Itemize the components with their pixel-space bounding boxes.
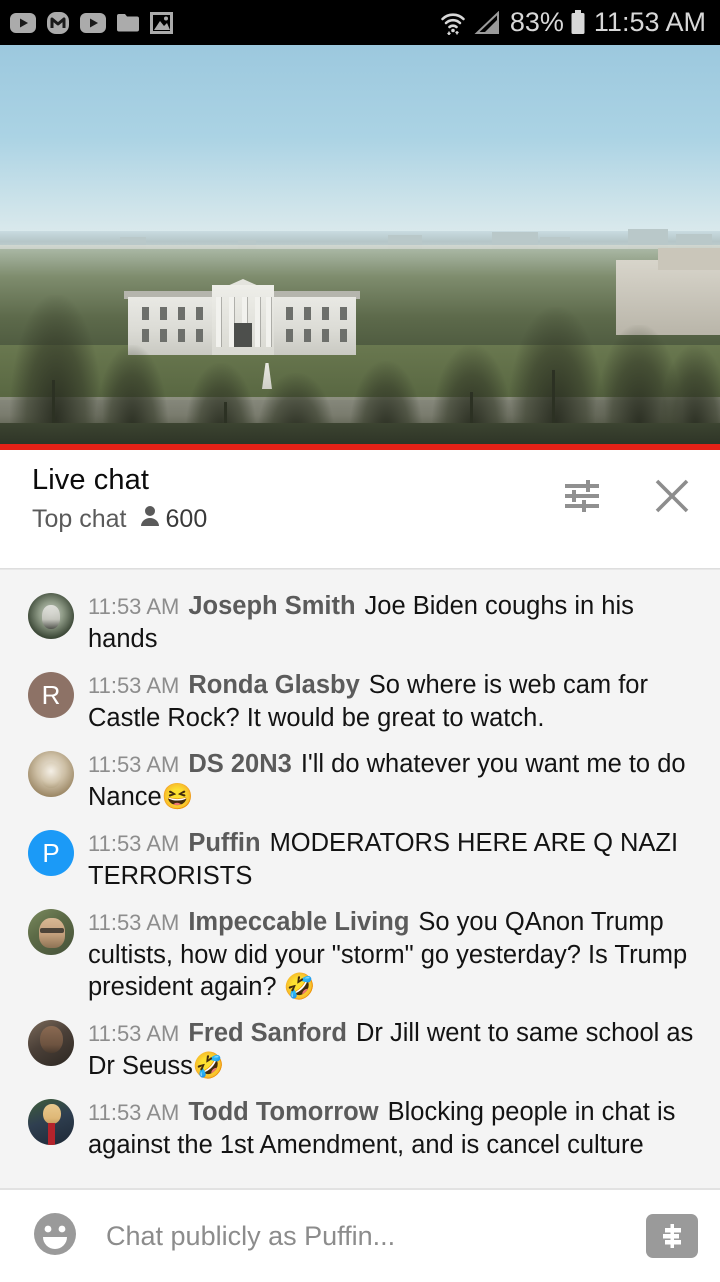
tune-sliders-icon[interactable] bbox=[562, 477, 602, 520]
cell-signal-icon bbox=[474, 10, 500, 35]
chat-message[interactable]: P 11:53 AM Puffin MODERATORS HERE ARE Q NAZ… bbox=[0, 813, 720, 892]
chat-message[interactable]: 11:53 AM DS 20N3 I'll do whatever you want… bbox=[0, 734, 720, 813]
message-timestamp: 11:53 AM bbox=[88, 752, 180, 777]
message-body: 11:53 AM Ronda Glasby So where is web cam … bbox=[88, 668, 702, 734]
chat-message[interactable]: 11:53 AM Joseph Smith Joe Biden coughs in … bbox=[0, 576, 720, 655]
avatar-letter: P bbox=[42, 837, 60, 868]
live-chat-header-actions bbox=[562, 464, 698, 521]
avatar[interactable] bbox=[28, 1020, 74, 1066]
live-chat-header: Live chat Top chat 600 bbox=[0, 450, 720, 568]
video-player[interactable] bbox=[0, 45, 720, 450]
avatar[interactable] bbox=[28, 909, 74, 955]
live-chat-subheader: Top chat 600 bbox=[32, 505, 207, 534]
message-author[interactable]: Puffin bbox=[188, 829, 260, 857]
battery-icon bbox=[570, 9, 586, 36]
youtube-icon bbox=[10, 12, 36, 33]
gmail-m-icon bbox=[46, 11, 70, 35]
folder-icon bbox=[116, 12, 140, 33]
message-body: 11:53 AM Puffin MODERATORS HERE ARE Q NAZI… bbox=[88, 826, 702, 892]
wifi-icon bbox=[438, 10, 468, 36]
message-author[interactable]: Todd Tomorrow bbox=[188, 1098, 378, 1126]
youtube-music-icon bbox=[80, 12, 106, 33]
chat-message[interactable]: R 11:53 AM Ronda Glasby So where is web cam… bbox=[0, 655, 720, 734]
partial-message-row bbox=[0, 570, 720, 576]
message-body: 11:53 AM Joseph Smith Joe Biden coughs in … bbox=[88, 589, 702, 655]
status-bar-notification-icons bbox=[10, 11, 173, 35]
dollar-sign-icon bbox=[663, 1224, 681, 1248]
message-author[interactable]: Impeccable Living bbox=[188, 908, 409, 936]
message-timestamp: 11:53 AM bbox=[88, 1100, 180, 1125]
message-body: 11:53 AM Fred Sanford Dr Jill went to same… bbox=[88, 1016, 702, 1082]
message-timestamp: 11:53 AM bbox=[88, 594, 180, 619]
message-timestamp: 11:53 AM bbox=[88, 673, 180, 698]
live-chat-title: Live chat bbox=[32, 464, 149, 496]
avatar[interactable] bbox=[28, 1099, 74, 1145]
message-body: 11:53 AM Todd Tomorrow Blocking people in … bbox=[88, 1095, 702, 1161]
message-body: 11:53 AM DS 20N3 I'll do whatever you want… bbox=[88, 747, 702, 813]
photos-image-icon bbox=[150, 11, 173, 34]
messages-container: 11:53 AM Joseph Smith Joe Biden coughs in … bbox=[0, 576, 720, 1161]
message-author[interactable]: DS 20N3 bbox=[188, 750, 291, 778]
chat-mode-label[interactable]: Top chat bbox=[32, 505, 127, 534]
status-bar-system-icons: 83% 11:53 AM bbox=[438, 9, 706, 36]
avatar[interactable]: R bbox=[28, 672, 74, 718]
right-building bbox=[616, 260, 720, 335]
sky bbox=[0, 45, 720, 250]
right-building-upper bbox=[658, 248, 720, 270]
battery-percent-label: 83% bbox=[509, 7, 564, 37]
avatar-letter: R bbox=[41, 679, 61, 710]
chat-input-bar bbox=[0, 1190, 720, 1282]
message-timestamp: 11:53 AM bbox=[88, 910, 180, 935]
chat-message[interactable]: 11:53 AM Todd Tomorrow Blocking people in … bbox=[0, 1082, 720, 1161]
message-author[interactable]: Joseph Smith bbox=[188, 592, 355, 620]
message-timestamp: 11:53 AM bbox=[88, 1021, 180, 1046]
message-body: 11:53 AM Impeccable Living So you QAnon Tr… bbox=[88, 905, 702, 1003]
message-timestamp: 11:53 AM bbox=[88, 831, 180, 856]
emoji-smiley-icon[interactable] bbox=[32, 1211, 78, 1262]
avatar[interactable]: P bbox=[28, 830, 74, 876]
chat-message[interactable]: 11:53 AM Fred Sanford Dr Jill went to same… bbox=[0, 1003, 720, 1082]
status-bar: 83% 11:53 AM bbox=[0, 0, 720, 45]
superchat-dollar-button[interactable] bbox=[646, 1214, 698, 1258]
viewer-count: 600 bbox=[140, 505, 208, 534]
message-author[interactable]: Fred Sanford bbox=[188, 1019, 347, 1047]
close-x-icon[interactable] bbox=[652, 476, 692, 521]
avatar[interactable] bbox=[28, 751, 74, 797]
viewer-count-label: 600 bbox=[165, 505, 208, 534]
status-bar-clock: 11:53 AM bbox=[593, 7, 706, 37]
avatar[interactable] bbox=[28, 593, 74, 639]
person-icon bbox=[140, 505, 160, 534]
live-chat-header-text: Live chat Top chat 600 bbox=[32, 464, 207, 534]
chat-message[interactable]: 11:53 AM Impeccable Living So you QAnon Tr… bbox=[0, 892, 720, 1003]
live-chat-message-list[interactable]: 11:53 AM Joseph Smith Joe Biden coughs in … bbox=[0, 570, 720, 1188]
message-author[interactable]: Ronda Glasby bbox=[188, 671, 359, 699]
chat-input[interactable] bbox=[104, 1219, 646, 1253]
